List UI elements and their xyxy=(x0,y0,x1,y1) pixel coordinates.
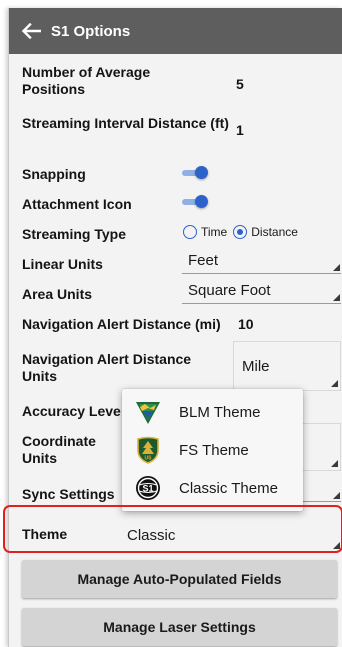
linear-units-dropdown[interactable]: Feet xyxy=(182,248,341,274)
nav-alert-distance-value[interactable]: 10 xyxy=(238,316,254,332)
nav-alert-units-label: Navigation Alert Distance Units xyxy=(22,351,192,384)
attachment-icon-toggle[interactable] xyxy=(182,195,208,209)
blm-logo-icon xyxy=(136,402,160,424)
menu-item-fs-theme[interactable]: US FS Theme xyxy=(122,431,303,469)
snapping-toggle[interactable] xyxy=(182,166,208,180)
radio-button xyxy=(233,225,248,239)
streaming-type-radio-group: Time Distance xyxy=(183,225,304,239)
app-bar: S1 Options xyxy=(9,8,342,54)
area-units-dropdown[interactable]: Square Foot xyxy=(182,278,341,304)
area-units-label: Area Units xyxy=(22,286,93,302)
radio-time-label: Time xyxy=(201,225,228,239)
coordinate-units-label: Coordinate Units xyxy=(22,433,96,466)
svg-text:S1: S1 xyxy=(142,484,153,494)
options-screen: S1 Options Number of Average Positions 5… xyxy=(8,8,342,647)
stream-interval-value[interactable]: 1 xyxy=(236,122,244,138)
theme-value: Classic xyxy=(127,526,176,544)
back-button[interactable] xyxy=(13,8,49,54)
nav-alert-units-dropdown[interactable]: Mile xyxy=(233,341,341,391)
avg-positions-value[interactable]: 5 xyxy=(236,76,244,92)
manage-laser-settings-button[interactable]: Manage Laser Settings xyxy=(22,608,337,646)
manage-auto-populated-fields-button[interactable]: Manage Auto-Populated Fields xyxy=(22,560,337,598)
linear-units-value: Feet xyxy=(188,252,219,269)
classic-s1-logo-icon: S1 xyxy=(136,476,160,500)
theme-label: Theme xyxy=(22,526,68,542)
radio-button xyxy=(183,225,197,239)
radio-time[interactable]: Time xyxy=(183,225,227,239)
stream-interval-label: Streaming Interval Distance (ft) xyxy=(22,115,229,131)
nav-alert-distance-label: Navigation Alert Distance (mi) xyxy=(22,316,221,332)
dropdown-arrow-icon xyxy=(333,294,340,301)
area-units-value: Square Foot xyxy=(188,282,271,299)
theme-dropdown[interactable]: Classic xyxy=(117,519,341,551)
snapping-label: Snapping xyxy=(22,166,86,182)
dropdown-arrow-icon xyxy=(333,264,340,271)
dropdown-arrow-icon xyxy=(331,460,338,467)
dropdown-arrow-icon xyxy=(333,492,340,499)
classic-theme-label: Classic Theme xyxy=(179,479,278,497)
blm-theme-label: BLM Theme xyxy=(179,403,261,421)
toggle-knob xyxy=(195,195,208,208)
theme-dropdown-menu: BLM Theme US FS Theme S1 Classic Theme xyxy=(122,389,303,511)
page-title: S1 Options xyxy=(51,22,131,40)
avg-positions-label: Number of Average Positions xyxy=(22,64,151,97)
menu-item-classic-theme[interactable]: S1 Classic Theme xyxy=(122,469,303,507)
back-arrow-icon xyxy=(21,23,41,39)
svg-text:US: US xyxy=(145,456,153,462)
dropdown-arrow-icon xyxy=(331,380,338,387)
accuracy-level-label: Accuracy Leve xyxy=(22,403,121,419)
fs-shield-icon: US xyxy=(137,436,159,464)
linear-units-label: Linear Units xyxy=(22,256,103,272)
sync-settings-label: Sync Settings xyxy=(22,486,115,502)
menu-item-blm-theme[interactable]: BLM Theme xyxy=(122,393,303,431)
radio-distance-label: Distance xyxy=(251,225,298,239)
toggle-knob xyxy=(195,166,208,179)
fs-theme-label: FS Theme xyxy=(179,441,249,459)
dropdown-arrow-icon xyxy=(333,542,340,549)
streaming-type-label: Streaming Type xyxy=(22,226,126,242)
radio-distance[interactable]: Distance xyxy=(233,225,298,239)
nav-alert-units-value: Mile xyxy=(242,357,270,375)
attachment-icon-label: Attachment Icon xyxy=(22,196,132,212)
